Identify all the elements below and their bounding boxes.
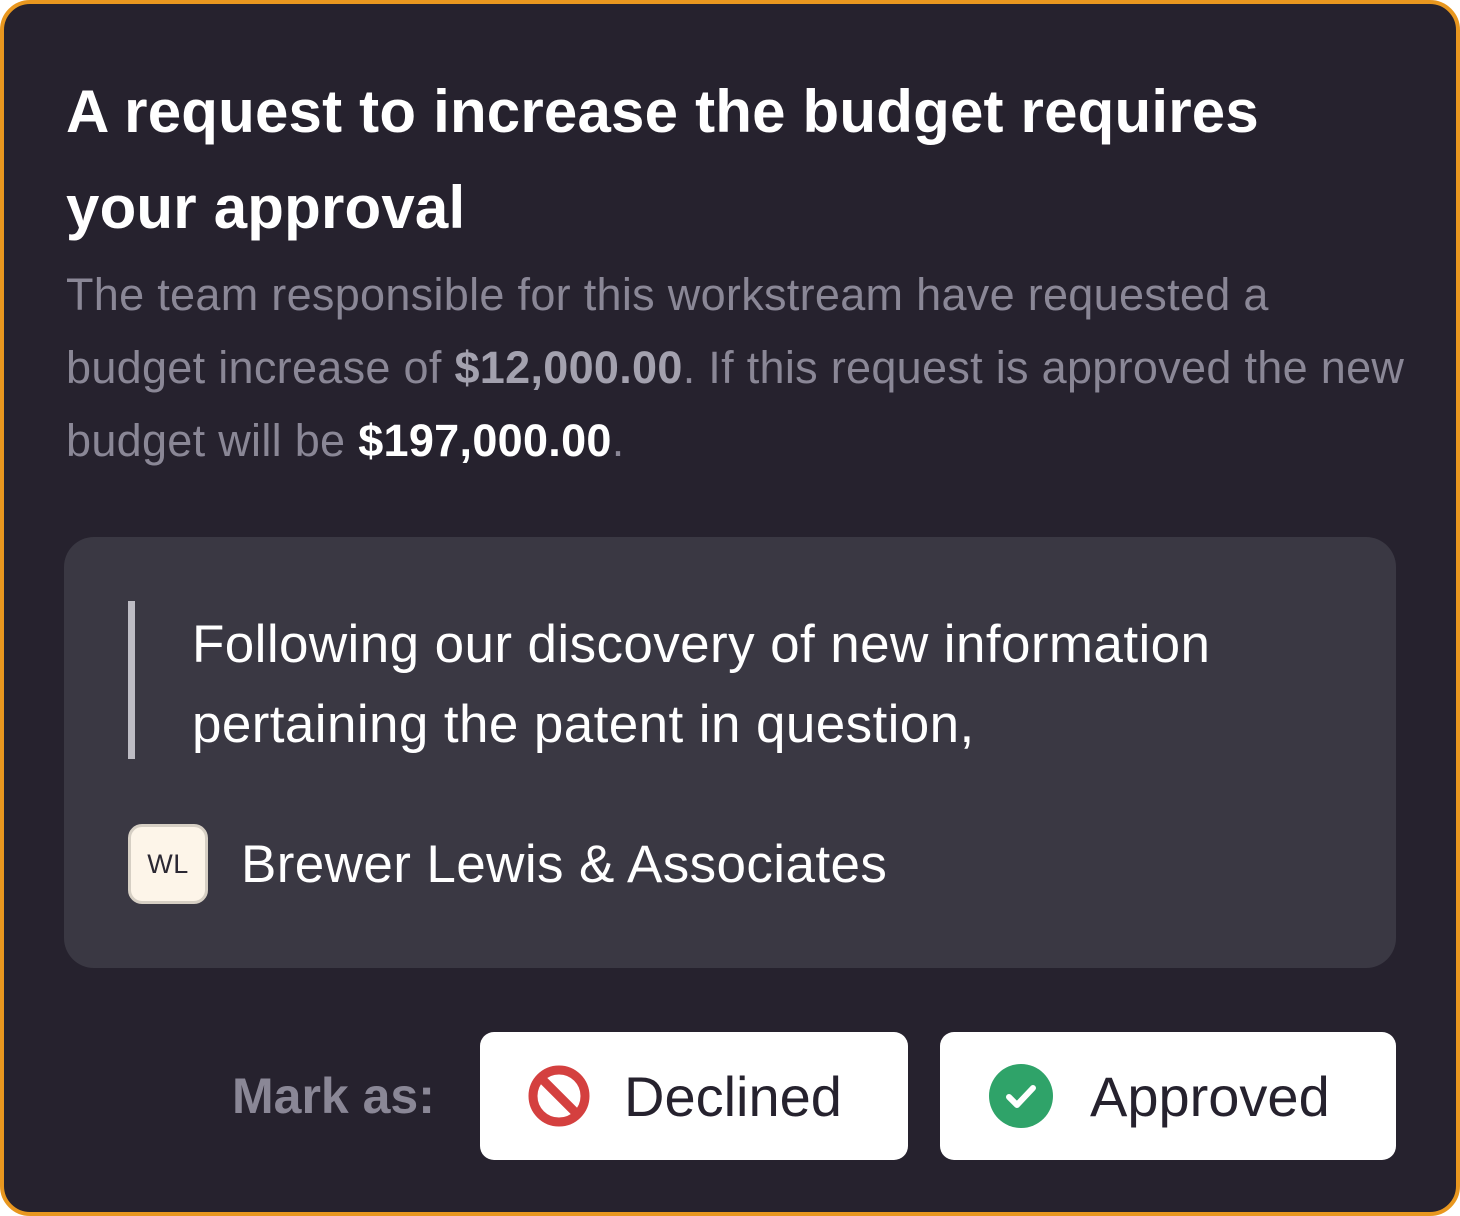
mark-as-label: Mark as: [232,1068,435,1124]
new-budget-amount: $197,000.00 [358,415,612,466]
request-description: The team responsible for this workstream… [66,258,1406,477]
prohibited-icon [526,1063,592,1129]
quote-author: WL Brewer Lewis & Associates [128,824,887,904]
declined-button[interactable]: Declined [480,1032,908,1160]
approval-card: A request to increase the budget require… [0,0,1460,1216]
description-text-3: . [611,415,625,466]
author-avatar: WL [128,824,208,904]
author-name: Brewer Lewis & Associates [241,834,888,894]
check-circle-icon [988,1063,1054,1129]
declined-label: Declined [624,1064,842,1128]
action-bar: Mark as: Declined Approved [4,1032,1396,1160]
approved-label: Approved [1090,1064,1330,1128]
increase-amount: $12,000.00 [454,342,683,393]
quote-bar [128,601,135,759]
quote-panel: Following our discovery of new informati… [64,537,1396,968]
request-title: A request to increase the budget require… [66,78,1259,241]
quote-text: Following our discovery of new informati… [192,615,1211,754]
approved-button[interactable]: Approved [940,1032,1396,1160]
